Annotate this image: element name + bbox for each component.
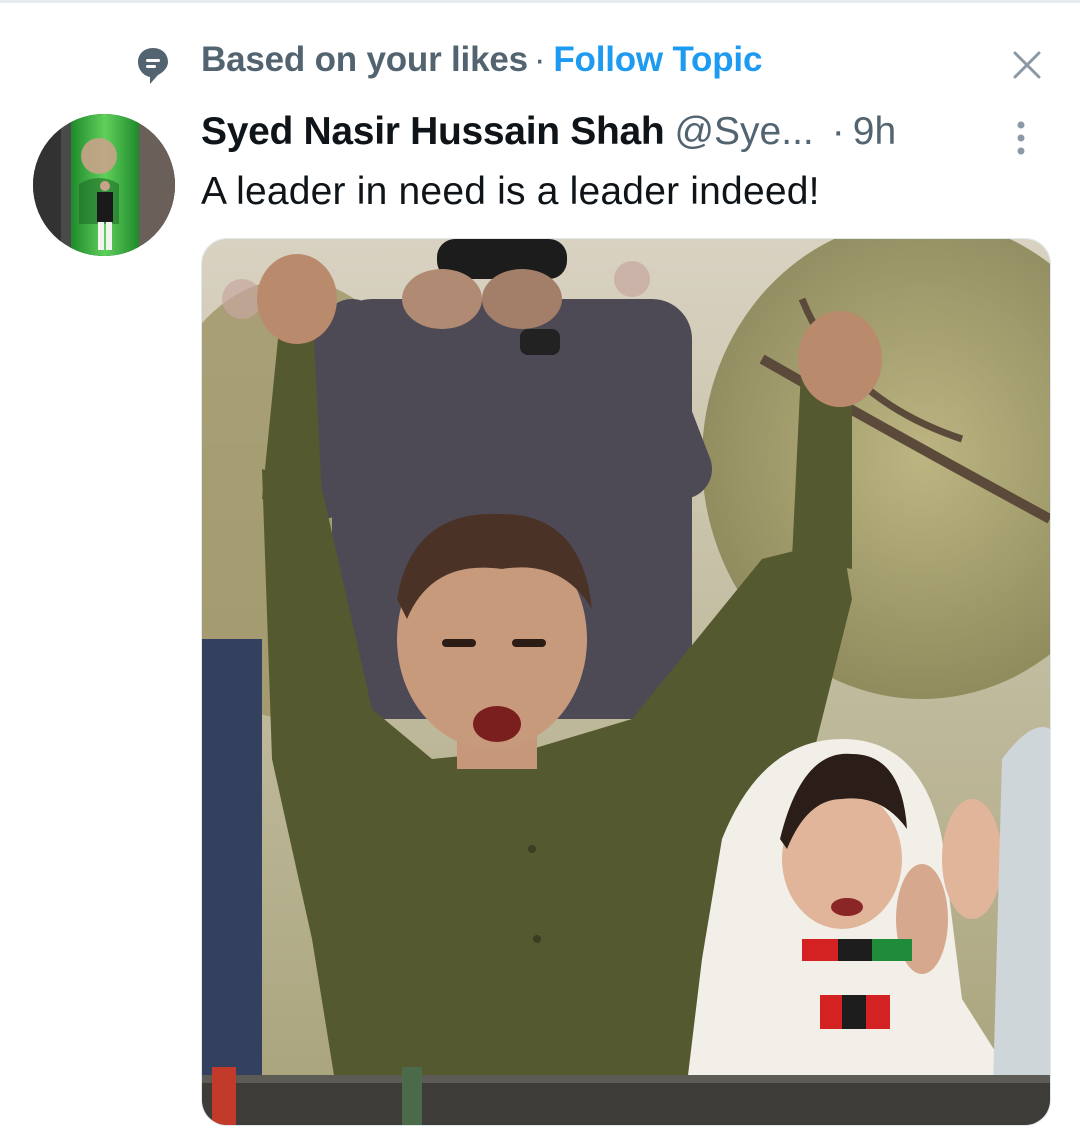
context-separator: · (533, 40, 546, 79)
header-separator: · (831, 110, 845, 153)
top-divider (0, 0, 1080, 3)
context-text: Based on your likes · Follow Topic (201, 40, 762, 80)
more-vertical-icon[interactable] (1013, 118, 1029, 158)
timestamp[interactable]: 9h (853, 110, 896, 153)
tweet-photo[interactable] (201, 238, 1051, 1126)
close-icon[interactable] (1010, 48, 1044, 82)
avatar[interactable] (33, 114, 175, 256)
tweet-header: Syed Nasir Hussain Shah @Sye... · 9h (201, 110, 1061, 160)
rally-photo (202, 239, 1050, 1125)
social-context: Based on your likes · Follow Topic (0, 38, 1080, 84)
tweet-text: A leader in need is a leader indeed! (201, 170, 820, 213)
author-handle[interactable]: @Sye... (674, 110, 813, 153)
follow-topic-link[interactable]: Follow Topic (553, 40, 762, 79)
avatar-image (33, 114, 175, 256)
topic-icon (138, 48, 168, 84)
author-name[interactable]: Syed Nasir Hussain Shah (201, 110, 665, 153)
context-label: Based on your likes (201, 40, 528, 79)
